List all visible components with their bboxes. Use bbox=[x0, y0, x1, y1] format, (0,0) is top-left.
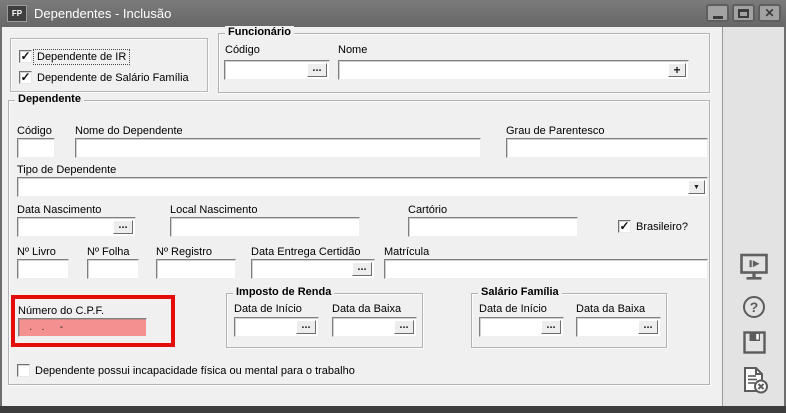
funcionario-codigo-browse-button[interactable]: ... bbox=[307, 63, 327, 77]
window-border-left bbox=[0, 27, 2, 406]
app-icon[interactable]: FP bbox=[7, 5, 27, 22]
brasileiro-checkbox[interactable]: ✓ bbox=[618, 220, 631, 233]
matricula-input[interactable] bbox=[384, 259, 708, 279]
minimize-icon bbox=[713, 16, 723, 19]
close-icon: ✕ bbox=[764, 7, 774, 19]
data-entrega-picker-button[interactable]: ... bbox=[352, 262, 372, 276]
sf-data-inicio-input[interactable]: ... bbox=[479, 317, 564, 337]
sf-data-inicio-label: Data de Início bbox=[479, 303, 547, 315]
salario-familia-group-title: Salário Família bbox=[478, 286, 562, 298]
grau-parentesco-input[interactable] bbox=[506, 138, 708, 158]
check-icon: ✓ bbox=[619, 219, 629, 233]
imposto-renda-group-title: Imposto de Renda bbox=[233, 286, 334, 298]
funcionario-group: Funcionário Código ... Nome + bbox=[218, 33, 710, 93]
tipo-dependente-dropdown-button[interactable]: ▼ bbox=[688, 180, 705, 194]
data-entrega-certidao-label: Data Entrega Certidão bbox=[251, 246, 360, 258]
num-livro-label: Nº Livro bbox=[17, 246, 56, 258]
sidebar-toolbar: ? bbox=[722, 27, 784, 406]
document-cancel-icon bbox=[741, 366, 769, 394]
sf-data-baixa-label: Data da Baixa bbox=[576, 303, 645, 315]
data-nascimento-picker-button[interactable]: ... bbox=[113, 220, 133, 234]
tipo-dependente-label: Tipo de Dependente bbox=[17, 164, 116, 176]
floppy-disk-icon bbox=[743, 331, 766, 354]
funcionario-group-title: Funcionário bbox=[225, 26, 294, 38]
grau-parentesco-label: Grau de Parentesco bbox=[506, 125, 604, 137]
check-icon: ✓ bbox=[20, 49, 30, 63]
dependente-group-title: Dependente bbox=[15, 93, 84, 105]
incapacidade-label[interactable]: Dependente possui incapacidade física ou… bbox=[35, 365, 355, 377]
funcionario-codigo-input[interactable]: ... bbox=[224, 60, 330, 80]
nome-dependente-label: Nome do Dependente bbox=[75, 125, 183, 137]
window-title: Dependentes - Inclusão bbox=[34, 0, 171, 27]
monitor-play-icon bbox=[739, 252, 769, 284]
chevron-down-icon: ▼ bbox=[693, 184, 700, 191]
codigo-label: Código bbox=[17, 125, 52, 137]
num-folha-label: Nº Folha bbox=[87, 246, 130, 258]
ir-data-inicio-label: Data de Início bbox=[234, 303, 302, 315]
data-entrega-certidao-input[interactable]: ... bbox=[251, 259, 375, 279]
data-nascimento-label: Data Nascimento bbox=[17, 204, 101, 216]
dialog-window: FP Dependentes - Inclusão ✕ ✓ Dependente… bbox=[0, 0, 786, 413]
question-mark-icon: ? bbox=[742, 295, 766, 319]
dependente-ir-checkbox[interactable]: ✓ bbox=[19, 50, 32, 63]
tipo-dependente-combobox[interactable]: ▼ bbox=[17, 177, 708, 197]
nome-dependente-input[interactable] bbox=[75, 138, 481, 158]
dependente-ir-label[interactable]: Dependente de IR bbox=[34, 50, 129, 64]
funcionario-nome-input[interactable]: + bbox=[338, 60, 689, 80]
ir-data-inicio-input[interactable]: ... bbox=[234, 317, 319, 337]
maximize-icon bbox=[738, 9, 749, 18]
ir-data-baixa-input[interactable]: ... bbox=[332, 317, 417, 337]
title-bar: FP Dependentes - Inclusão ✕ bbox=[0, 0, 786, 27]
dependente-salario-label[interactable]: Dependente de Salário Família bbox=[37, 72, 189, 84]
incapacidade-checkbox[interactable] bbox=[17, 364, 30, 377]
close-button[interactable]: ✕ bbox=[758, 4, 781, 22]
sf-data-baixa-input[interactable]: ... bbox=[576, 317, 661, 337]
minimize-button[interactable] bbox=[706, 4, 729, 22]
num-folha-input[interactable] bbox=[87, 259, 139, 279]
ir-data-inicio-picker-button[interactable]: ... bbox=[296, 320, 316, 334]
matricula-label: Matrícula bbox=[384, 246, 429, 258]
svg-text:?: ? bbox=[750, 299, 759, 315]
ir-data-baixa-picker-button[interactable]: ... bbox=[394, 320, 414, 334]
funcionario-nome-label: Nome bbox=[338, 44, 367, 56]
maximize-button[interactable] bbox=[732, 4, 755, 22]
num-livro-input[interactable] bbox=[17, 259, 69, 279]
help-button[interactable]: ? bbox=[742, 295, 766, 324]
sf-data-baixa-picker-button[interactable]: ... bbox=[638, 320, 658, 334]
ir-familia-panel: ✓ Dependente de IR ✓ Dependente de Salár… bbox=[10, 38, 208, 92]
dependente-group: Dependente Código Nome do Dependente Gra… bbox=[8, 100, 710, 385]
funcionario-nome-add-button[interactable]: + bbox=[668, 63, 686, 77]
local-nascimento-label: Local Nascimento bbox=[170, 204, 257, 216]
dependente-salario-checkbox[interactable]: ✓ bbox=[19, 71, 32, 84]
check-icon: ✓ bbox=[20, 70, 30, 84]
codigo-input[interactable] bbox=[17, 138, 55, 158]
cpf-label: Número do C.P.F. bbox=[18, 305, 104, 317]
save-button[interactable] bbox=[743, 331, 766, 359]
sf-data-inicio-picker-button[interactable]: ... bbox=[541, 320, 561, 334]
ir-data-baixa-label: Data da Baixa bbox=[332, 303, 401, 315]
num-registro-label: Nº Registro bbox=[156, 246, 212, 258]
video-tutorial-button[interactable] bbox=[739, 252, 769, 289]
num-registro-input[interactable] bbox=[156, 259, 236, 279]
brasileiro-label[interactable]: Brasileiro? bbox=[636, 221, 688, 233]
imposto-renda-group: Imposto de Renda Data de Início ... Data… bbox=[226, 293, 423, 348]
funcionario-codigo-label: Código bbox=[225, 44, 260, 56]
data-nascimento-input[interactable]: ... bbox=[17, 217, 136, 237]
cartorio-input[interactable] bbox=[408, 217, 578, 237]
cpf-input[interactable]: . . - bbox=[18, 318, 147, 337]
salario-familia-group: Salário Família Data de Início ... Data … bbox=[471, 293, 667, 348]
local-nascimento-input[interactable] bbox=[170, 217, 360, 237]
window-border-bottom bbox=[0, 406, 786, 413]
cancel-button[interactable] bbox=[741, 366, 769, 399]
cartorio-label: Cartório bbox=[408, 204, 447, 216]
